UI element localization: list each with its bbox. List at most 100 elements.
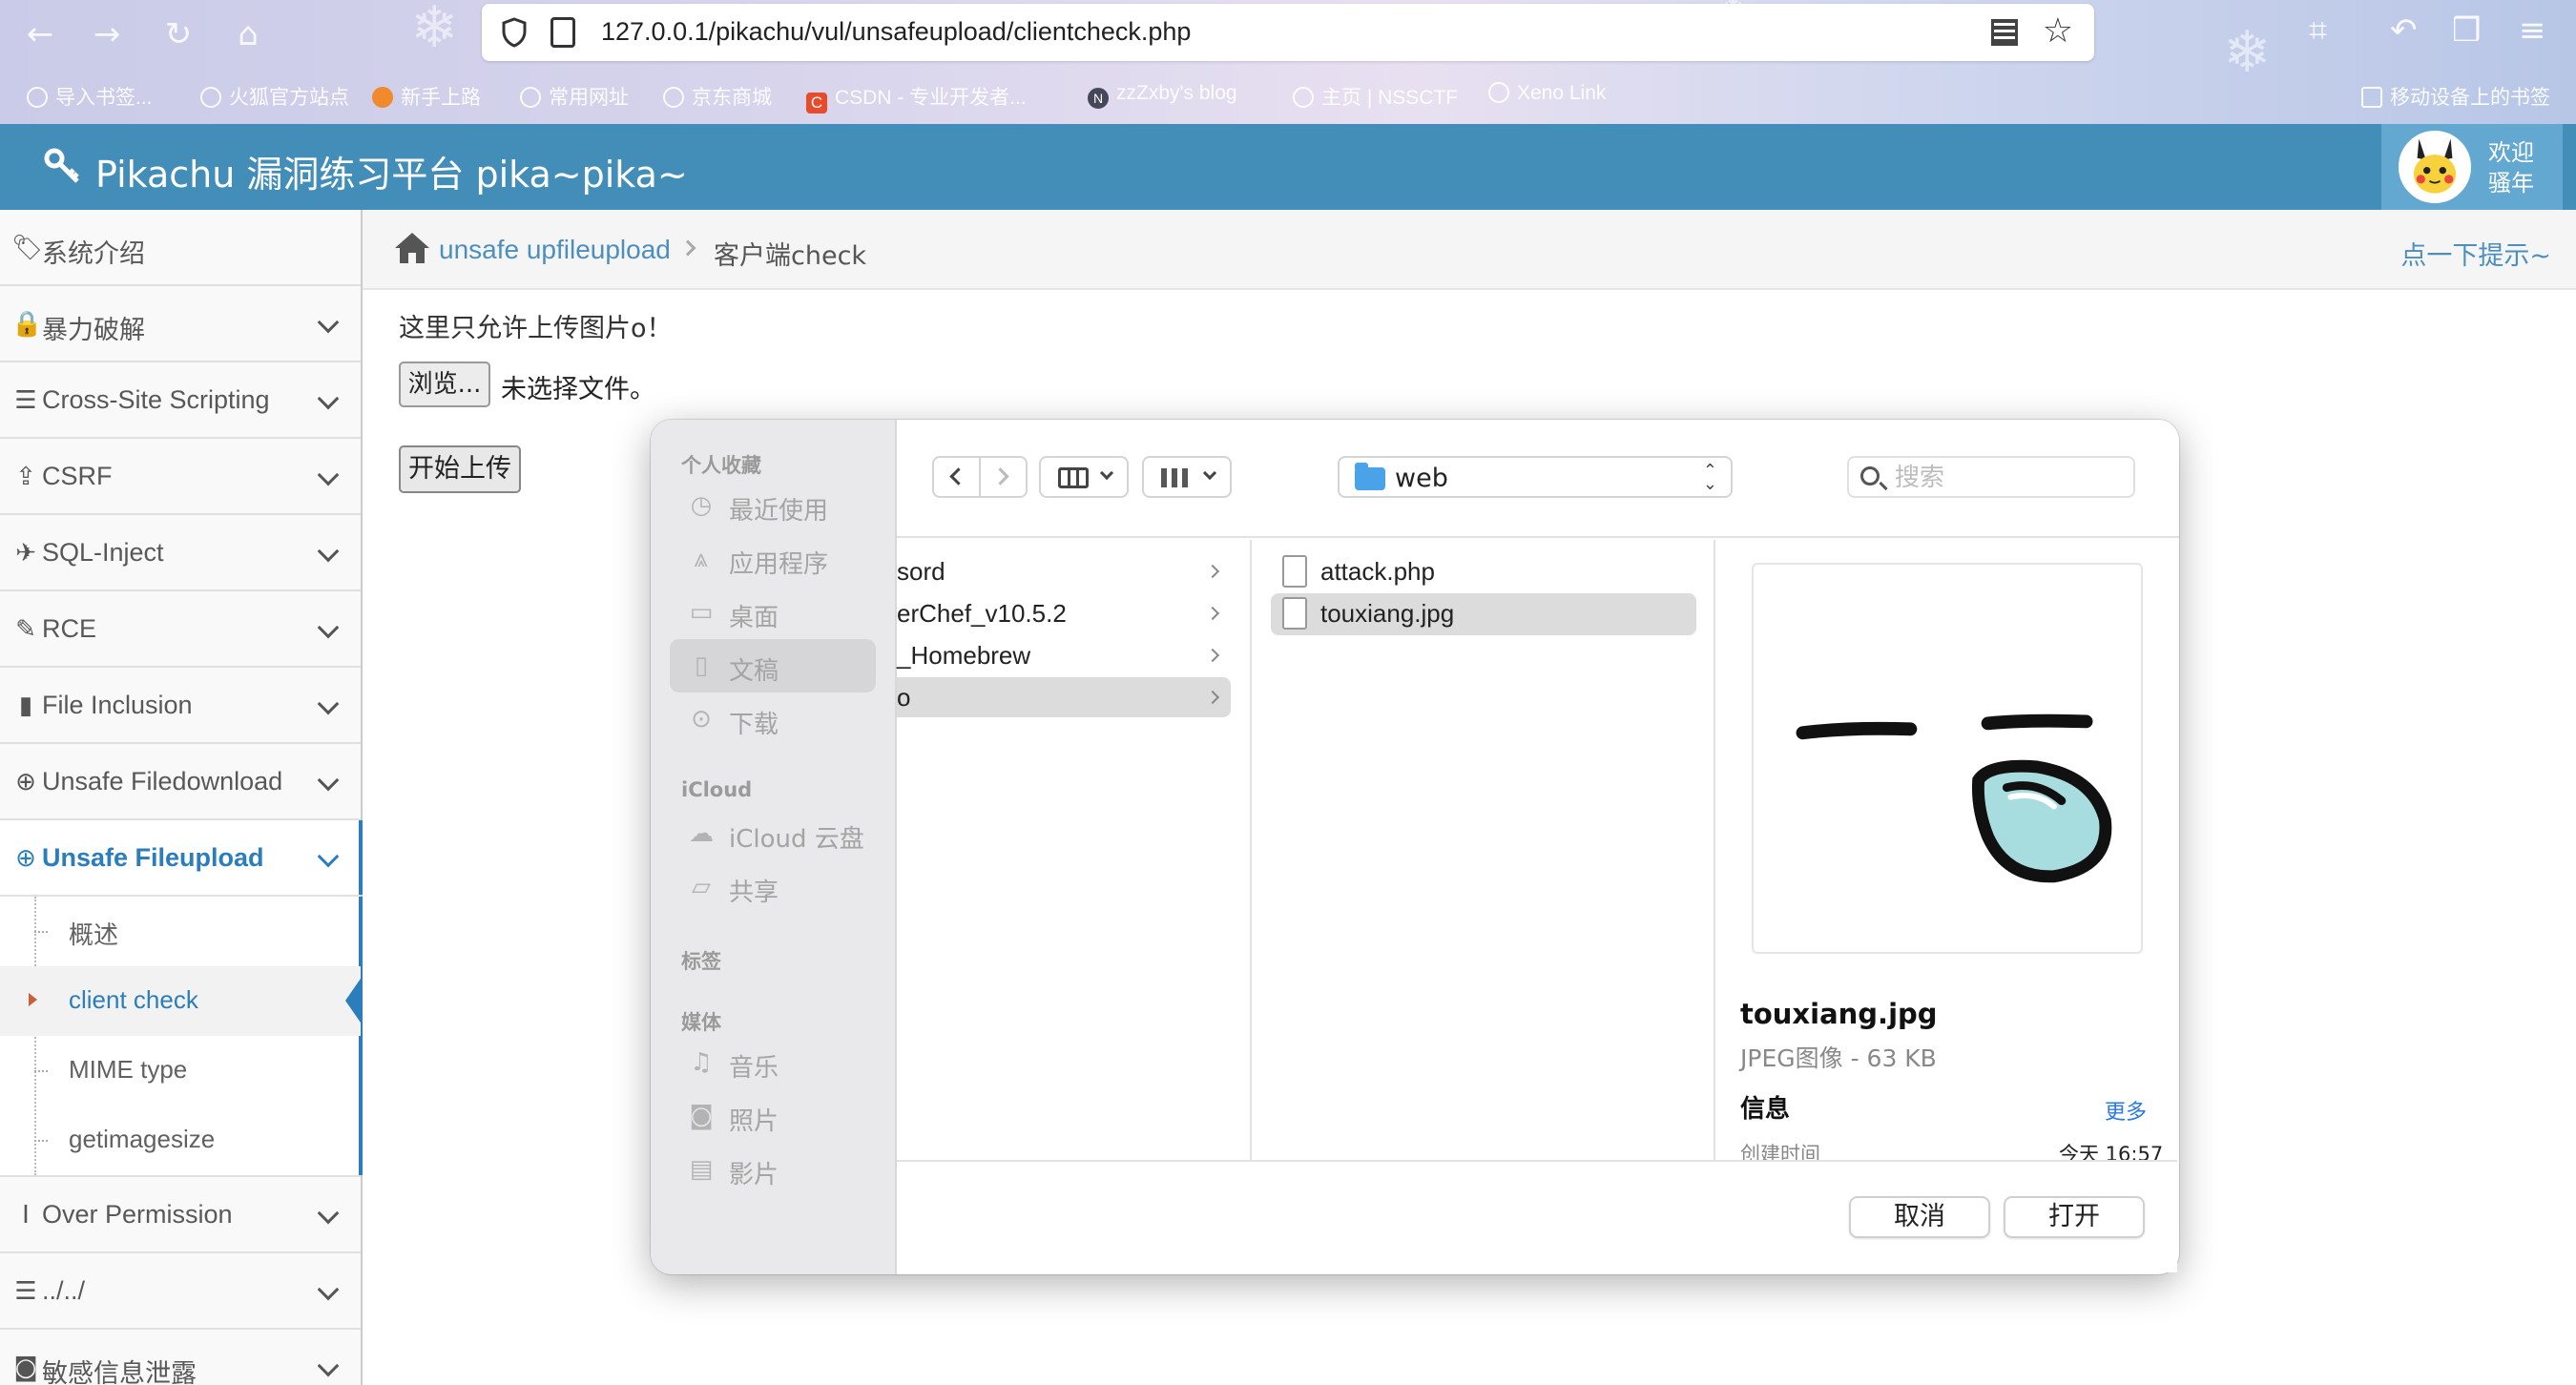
upload-button[interactable]: 开始上传 — [399, 445, 521, 493]
bookmark-mobile[interactable]: 移动设备上的书签 — [2361, 82, 2550, 111]
bookmark-xeno-link[interactable]: Xeno Link — [1488, 82, 1606, 105]
chevron-left-icon — [949, 467, 967, 486]
nav-back-button[interactable] — [934, 458, 981, 496]
location-label: web — [1395, 464, 1448, 493]
tags-heading: 标签 — [681, 950, 721, 973]
forward-icon[interactable]: → — [86, 13, 128, 55]
file-item-attack-php[interactable]: attack.php — [1271, 551, 1696, 593]
chevron-right-icon — [1205, 648, 1220, 663]
page-info-icon[interactable] — [551, 17, 575, 48]
search-input[interactable] — [1895, 463, 2124, 493]
bookmark-common-sites[interactable]: 常用网址 — [520, 82, 629, 111]
home-icon[interactable]: ⌂ — [227, 13, 269, 55]
document-icon: ▯ — [694, 651, 709, 680]
sidebar-item-downloads[interactable]: ⊙ 下载 — [670, 692, 876, 746]
submenu-item-overview[interactable]: 概述 — [0, 897, 361, 966]
chevron-down-icon — [317, 845, 340, 868]
sidebar-item-unsafe-fileupload[interactable]: ⊕ Unsafe Fileupload — [0, 820, 363, 897]
location-popup[interactable]: web ⌃ ⌄ — [1338, 456, 1735, 498]
sidebar-item-documents[interactable]: ▯ 文稿 — [670, 639, 876, 692]
browse-button[interactable]: 浏览... — [399, 362, 490, 407]
qr-code-icon[interactable] — [1991, 19, 2018, 46]
menu-icon[interactable]: ≡ — [2519, 11, 2546, 50]
sidebar-item-desktop[interactable]: ▭ 桌面 — [670, 586, 876, 639]
avatar[interactable] — [2399, 131, 2471, 203]
bookmark-blog[interactable]: NzzZxby's blog — [1088, 82, 1237, 109]
sidebar-item-intro[interactable]: 🏷 系统介绍 — [0, 210, 361, 286]
submenu-item-client-check[interactable]: client check — [0, 966, 363, 1036]
bookmark-nssctf[interactable]: 主页 | NSSCTF — [1293, 82, 1458, 111]
fileupload-submenu: 概述 client check MIME type getimagesize — [0, 897, 363, 1177]
hint-link[interactable]: 点一下提示~ — [2400, 235, 2551, 272]
dialog-search[interactable] — [1847, 456, 2135, 498]
bookmark-firefox-official[interactable]: 火狐官方站点 — [200, 82, 349, 111]
bookmark-import[interactable]: 导入书签... — [27, 82, 153, 111]
column-item[interactable]: sord — [897, 551, 1231, 591]
reload-icon[interactable]: ↻ — [157, 13, 199, 55]
sidebar-item-file-inclusion[interactable]: ▮ File Inclusion — [0, 668, 361, 744]
column-item[interactable]: erChef_v10.5.2 — [897, 593, 1231, 633]
image-thumbnail — [1752, 563, 2143, 954]
location-popup-inner[interactable]: web ⌃ ⌄ — [1338, 456, 1733, 498]
view-grid-button[interactable] — [1142, 456, 1232, 498]
caret-right-icon — [29, 993, 37, 1006]
clock-icon: ◷ — [690, 491, 713, 520]
undo-icon[interactable]: ↶ — [2390, 11, 2418, 50]
bookmark-csdn[interactable]: C CSDN - 专业开发者... — [806, 82, 1027, 114]
more-info-link[interactable]: 更多 — [2105, 1095, 2147, 1126]
back-icon[interactable]: ← — [19, 13, 61, 55]
php-file-icon — [1282, 555, 1307, 588]
breadcrumb-current: 客户端check — [714, 241, 867, 271]
column-item[interactable]: _Homebrew — [897, 635, 1231, 675]
url-text[interactable]: 127.0.0.1/pikachu/vul/unsafeupload/clien… — [601, 17, 1191, 47]
file-status: 未选择文件。 — [501, 375, 655, 404]
sidebar-item-csrf[interactable]: ⇪ CSRF — [0, 439, 361, 515]
camera-icon: ◙ — [13, 1354, 38, 1382]
submenu-item-getimagesize[interactable]: getimagesize — [0, 1106, 361, 1175]
user-menu[interactable]: 欢迎 骚年 — [2381, 124, 2563, 210]
sidebar-item-rce[interactable]: ✎ RCE — [0, 591, 361, 668]
sidebar-item-sql-inject[interactable]: ✈ SQL-Inject — [0, 515, 361, 591]
bookmark-star-icon[interactable]: ☆ — [2043, 11, 2073, 51]
sidebar-item-recents[interactable]: ◷ 最近使用 — [670, 479, 876, 532]
file-item-touxiang-jpg[interactable]: touxiang.jpg — [1271, 593, 1696, 635]
sidebar-item-brute-force[interactable]: 🔒 暴力破解 — [0, 286, 361, 362]
chevron-right-icon — [1205, 606, 1220, 621]
sidebar-item-unsafe-filedownload[interactable]: ⊕ Unsafe Filedownload — [0, 744, 361, 820]
pencil-icon: ✎ — [15, 615, 36, 644]
column-item-selected[interactable]: o — [897, 677, 1231, 717]
chevron-down-icon — [317, 769, 340, 792]
sidebar-item-photos[interactable]: ◙ 照片 — [670, 1089, 876, 1143]
globe-icon — [1488, 82, 1509, 103]
bookmark-jd[interactable]: 京东商城 — [663, 82, 772, 111]
sidebar-item-movies[interactable]: ▤ 影片 — [670, 1143, 876, 1196]
nav-forward-button[interactable] — [982, 458, 1028, 496]
chevron-down-icon — [317, 616, 340, 639]
view-columns-button[interactable] — [1039, 456, 1129, 498]
site-title[interactable]: Pikachu 漏洞练习平台 pika~pika~ — [95, 145, 688, 197]
chevron-right-icon — [991, 467, 1009, 486]
globe-icon — [663, 87, 684, 108]
tree-dash — [34, 1070, 48, 1072]
sidebar-item-over-permission[interactable]: Ⅰ Over Permission — [0, 1177, 361, 1253]
sidebar-item-xss[interactable]: ☰ Cross-Site Scripting — [0, 362, 361, 439]
extensions-icon[interactable]: ❒ — [2452, 11, 2481, 50]
sidebar-item-icloud-drive[interactable]: ☁ iCloud 云盘 — [670, 807, 876, 860]
sidebar-item-applications[interactable]: ⩓ 应用程序 — [670, 532, 876, 586]
home-icon[interactable] — [393, 231, 431, 265]
address-bar[interactable]: 127.0.0.1/pikachu/vul/unsafeupload/clien… — [482, 4, 2094, 61]
sidebar-item-info-leak[interactable]: ◙ 敏感信息泄露 — [0, 1330, 361, 1385]
bookmark-getting-started[interactable]: 新手上路 — [372, 82, 481, 111]
sidebar-item-shared[interactable]: ▱ 共享 — [670, 860, 876, 914]
sidebar-item-music[interactable]: ♫ 音乐 — [670, 1036, 876, 1089]
shield-icon[interactable] — [501, 17, 528, 48]
sidebar-item-dir-traversal[interactable]: ☰ ../../ — [0, 1253, 361, 1330]
cancel-button[interactable]: 取消 — [1849, 1196, 1990, 1238]
submenu-item-mime-type[interactable]: MIME type — [0, 1036, 361, 1106]
chevron-down-icon — [317, 1354, 340, 1377]
browser-column-1: sord erChef_v10.5.2 _Homebrew o — [897, 540, 1252, 1160]
breadcrumb-link[interactable]: unsafe upfileupload — [439, 235, 671, 265]
screenshot-icon[interactable]: ⌗ — [2309, 11, 2327, 50]
chevron-down-icon — [317, 692, 340, 715]
open-button[interactable]: 打开 — [2004, 1196, 2145, 1238]
